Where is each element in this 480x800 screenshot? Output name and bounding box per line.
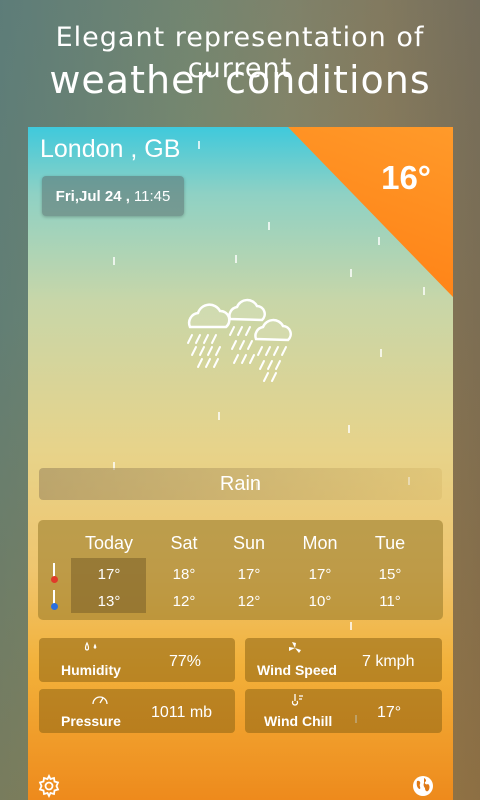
pressure-tile: Pressure 1011 mb bbox=[39, 689, 235, 733]
forecast-day: Sun bbox=[232, 533, 266, 553]
pressure-label: Pressure bbox=[61, 713, 121, 729]
humidity-icon bbox=[84, 641, 97, 651]
wind-speed-label: Wind Speed bbox=[257, 662, 337, 678]
forecast-day: Sat bbox=[170, 533, 198, 553]
rain-cloud-icon bbox=[187, 298, 292, 382]
humidity-label: Humidity bbox=[61, 662, 121, 678]
forecast-table[interactable]: Today 17° 13° Sat 18° 12° Sun 17° 12° Mo… bbox=[38, 520, 443, 620]
location-label[interactable]: London , GB bbox=[40, 135, 180, 164]
globe-icon[interactable] bbox=[411, 774, 435, 798]
condition-label: Rain bbox=[219, 472, 262, 495]
humidity-value: 77% bbox=[169, 653, 202, 670]
forecast-high: 18° bbox=[172, 566, 196, 583]
forecast-low: 12° bbox=[237, 593, 261, 610]
promo-line-2: weather conditions bbox=[49, 58, 431, 102]
humidity-tile: Humidity 77% bbox=[39, 638, 235, 682]
forecast-high: 15° bbox=[378, 566, 402, 583]
forecast-high: 17° bbox=[308, 566, 332, 583]
high-temp-thermometer-icon bbox=[51, 563, 58, 583]
gauge-icon bbox=[92, 696, 108, 705]
gear-icon[interactable] bbox=[37, 774, 61, 798]
date-time-badge: Fri,Jul 24 , 11:45 bbox=[42, 176, 184, 216]
forecast-day: Mon bbox=[302, 533, 338, 553]
date-label: Fri,Jul 24 , bbox=[55, 187, 130, 205]
wind-chill-value: 17° bbox=[377, 704, 402, 721]
wind-chill-tile: Wind Chill 17° bbox=[245, 689, 442, 733]
time-label: 11:45 bbox=[133, 187, 171, 205]
pressure-value: 1011 mb bbox=[151, 704, 213, 721]
forecast-high: 17° bbox=[237, 566, 261, 583]
forecast-low: 12° bbox=[172, 593, 196, 610]
forecast-day: Today bbox=[84, 533, 134, 553]
wind-chill-icon bbox=[291, 694, 303, 706]
wind-speed-tile: Wind Speed 7 kmph bbox=[245, 638, 442, 682]
weather-card: 16° London , GB Fri,Jul 24 , 11:45 Rain … bbox=[28, 127, 453, 800]
wind-turbine-icon bbox=[289, 642, 301, 653]
temperature-corner bbox=[288, 127, 453, 297]
wind-speed-value: 7 kmph bbox=[362, 653, 415, 670]
forecast-low: 11° bbox=[379, 593, 401, 610]
forecast-high: 17° bbox=[97, 566, 121, 583]
current-temperature: 16° bbox=[381, 159, 431, 196]
condition-bar: Rain bbox=[39, 468, 442, 500]
forecast-low: 10° bbox=[308, 593, 332, 610]
low-temp-thermometer-icon bbox=[51, 590, 58, 610]
wind-chill-label: Wind Chill bbox=[264, 713, 333, 729]
forecast-low: 13° bbox=[97, 593, 121, 610]
forecast-day: Tue bbox=[374, 533, 406, 553]
